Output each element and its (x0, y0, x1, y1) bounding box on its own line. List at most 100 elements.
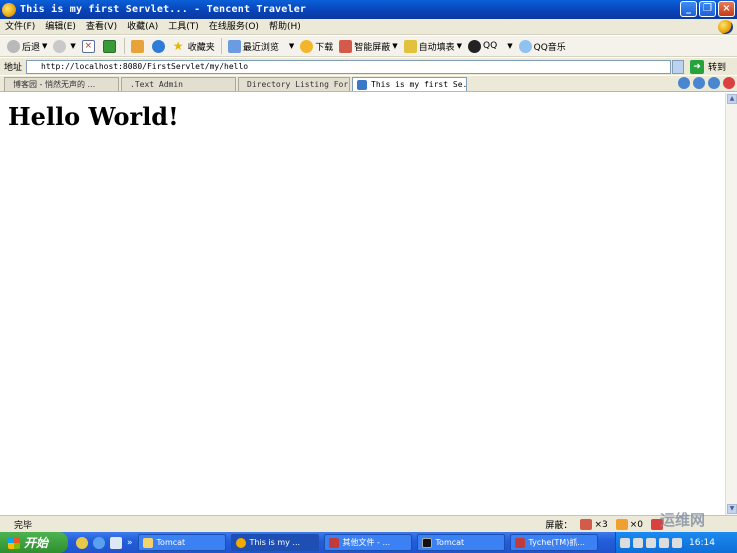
quick-launch: » (76, 536, 133, 549)
scroll-down-icon[interactable]: ▼ (727, 504, 737, 514)
tray-app-icon[interactable] (659, 537, 669, 548)
back-button[interactable]: 后退 ▼ (4, 37, 50, 56)
screenshot-icon (514, 537, 525, 548)
download-label: 下载 (315, 42, 334, 53)
autofill-button[interactable]: 自动填表 ▼ (401, 37, 465, 56)
browser-icon (235, 537, 246, 548)
page-favicon-icon (357, 79, 367, 90)
scroll-up-icon[interactable]: ▲ (727, 94, 737, 104)
refresh-button[interactable] (100, 37, 121, 56)
task-label: This is my ... (249, 538, 301, 547)
smart-block-dropdown-icon[interactable]: ▼ (392, 42, 397, 50)
home-button[interactable] (128, 37, 149, 56)
windows-flag-icon (8, 536, 20, 549)
console-icon (421, 537, 432, 548)
home-icon (130, 39, 144, 53)
stop-button[interactable]: × (79, 37, 100, 56)
tray-app-icon[interactable] (646, 537, 656, 548)
qq-button[interactable]: QQ ▼ (465, 37, 516, 56)
qq-dropdown-icon[interactable]: ▼ (507, 42, 512, 50)
recent-dropdown-icon[interactable]: ▼ (289, 42, 294, 50)
tab-text-admin[interactable]: .Text Admin (121, 77, 236, 91)
recent-button[interactable]: 最近浏览 ▼ (225, 37, 297, 56)
system-tray: 16:14 (615, 532, 737, 553)
minimize-button[interactable]: _ (680, 1, 697, 17)
menu-view[interactable]: 查看(V) (81, 20, 122, 34)
tray-app-icon[interactable] (633, 537, 643, 548)
qq-music-button[interactable]: QQ音乐 (516, 37, 569, 56)
close-button[interactable]: × (718, 1, 735, 17)
tencent-logo-icon (718, 20, 733, 34)
recent-pages-icon (227, 39, 241, 53)
clock[interactable]: 16:14 (689, 538, 715, 548)
show-desktop-icon[interactable] (110, 536, 122, 549)
tab-new-icon[interactable] (693, 77, 705, 89)
ad-block-icon (580, 519, 593, 530)
task-other-files[interactable]: 其他文件 - ... (323, 534, 412, 551)
address-input[interactable] (26, 59, 672, 74)
go-button[interactable]: 转到 (708, 60, 726, 73)
blocked-popups-count: ×0 (629, 520, 643, 530)
menu-bar: 文件(F) 编辑(E) 查看(V) 收藏(A) 工具(T) 在线服务(O) 帮助… (0, 19, 737, 35)
window-controls: _ ❐ × (680, 1, 735, 17)
menu-tools[interactable]: 工具(T) (163, 20, 204, 34)
tab-bar: 博客园 - 悄然无声的 ... .Text Admin Directory Li… (0, 76, 737, 92)
task-tomcat-folder[interactable]: Tomcat (137, 534, 226, 551)
shield-block-icon (339, 39, 353, 53)
star-icon: ★ (172, 38, 184, 53)
task-browser[interactable]: This is my ... (230, 534, 319, 551)
smart-block-label: 智能屏蔽 (354, 42, 391, 53)
window-title: This is my first Servlet... - Tencent Tr… (20, 4, 307, 15)
task-tomcat-console[interactable]: Tomcat (416, 534, 505, 551)
download-button[interactable]: 下载 (297, 37, 336, 56)
tab-label: This is my first Se... (371, 80, 467, 89)
tab-controls (678, 77, 735, 89)
menu-edit[interactable]: 编辑(E) (40, 20, 81, 34)
qq-music-label: QQ音乐 (533, 42, 566, 53)
history-button[interactable] (149, 37, 170, 56)
forward-dropdown-icon[interactable]: ▼ (70, 42, 75, 50)
maximize-button[interactable]: ❐ (699, 1, 716, 17)
forward-button[interactable]: ▼ (50, 37, 78, 56)
autofill-label: 自动填表 (418, 42, 455, 53)
tencent-traveler-launch-icon[interactable] (76, 536, 88, 549)
menu-file[interactable]: 文件(F) (0, 20, 40, 34)
recent-label: 最近浏览 (242, 42, 279, 53)
title-bar[interactable]: This is my first Servlet... - Tencent Tr… (0, 0, 737, 19)
task-label: Tomcat (435, 538, 465, 547)
tab-directory-listing[interactable]: Directory Listing For / (238, 77, 350, 91)
watermark: 运维网 (660, 511, 706, 529)
favorites-button[interactable]: ★ 收藏夹 (170, 37, 218, 56)
tray-app-icon[interactable] (672, 537, 682, 548)
tab-close-icon[interactable] (723, 77, 735, 89)
taskbar: 开始 » Tomcat This is my ... 其他文件 - ... To… (0, 532, 737, 553)
blocked-ads-indicator[interactable]: ×3 (580, 519, 608, 530)
address-label: 地址 (4, 63, 23, 73)
quick-launch-more-icon[interactable]: » (127, 538, 133, 548)
page-content: Hello World! (0, 93, 725, 515)
vertical-scrollbar[interactable]: ▲ ▼ (725, 93, 737, 515)
tab-first-servlet[interactable]: This is my first Se... (352, 77, 467, 91)
blocked-popups-indicator[interactable]: ×0 (615, 519, 643, 530)
go-arrow-icon[interactable]: ➜ (690, 59, 705, 74)
start-button[interactable]: 开始 (0, 532, 68, 553)
menu-help[interactable]: 帮助(H) (264, 20, 306, 34)
qq-label: QQ (483, 41, 498, 51)
autofill-form-icon (403, 39, 417, 53)
tab-prev-icon[interactable] (708, 77, 720, 89)
menu-online-services[interactable]: 在线服务(O) (204, 20, 264, 34)
refresh-icon (102, 39, 116, 53)
tab-list-icon[interactable] (678, 77, 690, 89)
autofill-dropdown-icon[interactable]: ▼ (457, 42, 462, 50)
download-icon (300, 39, 314, 53)
task-label: 其他文件 - ... (342, 538, 391, 547)
tab-cnblogs[interactable]: 博客园 - 悄然无声的 ... (4, 77, 119, 91)
address-dropdown-icon[interactable] (672, 59, 685, 74)
history-clock-icon (151, 39, 165, 53)
menu-favorites[interactable]: 收藏(A) (122, 20, 163, 34)
back-dropdown-icon[interactable]: ▼ (42, 42, 47, 50)
smart-block-button[interactable]: 智能屏蔽 ▼ (336, 37, 400, 56)
task-tyche-capture[interactable]: Tyche(TM)抓... (509, 534, 598, 551)
ie-launch-icon[interactable] (93, 536, 105, 549)
tray-app-icon[interactable] (620, 537, 630, 548)
